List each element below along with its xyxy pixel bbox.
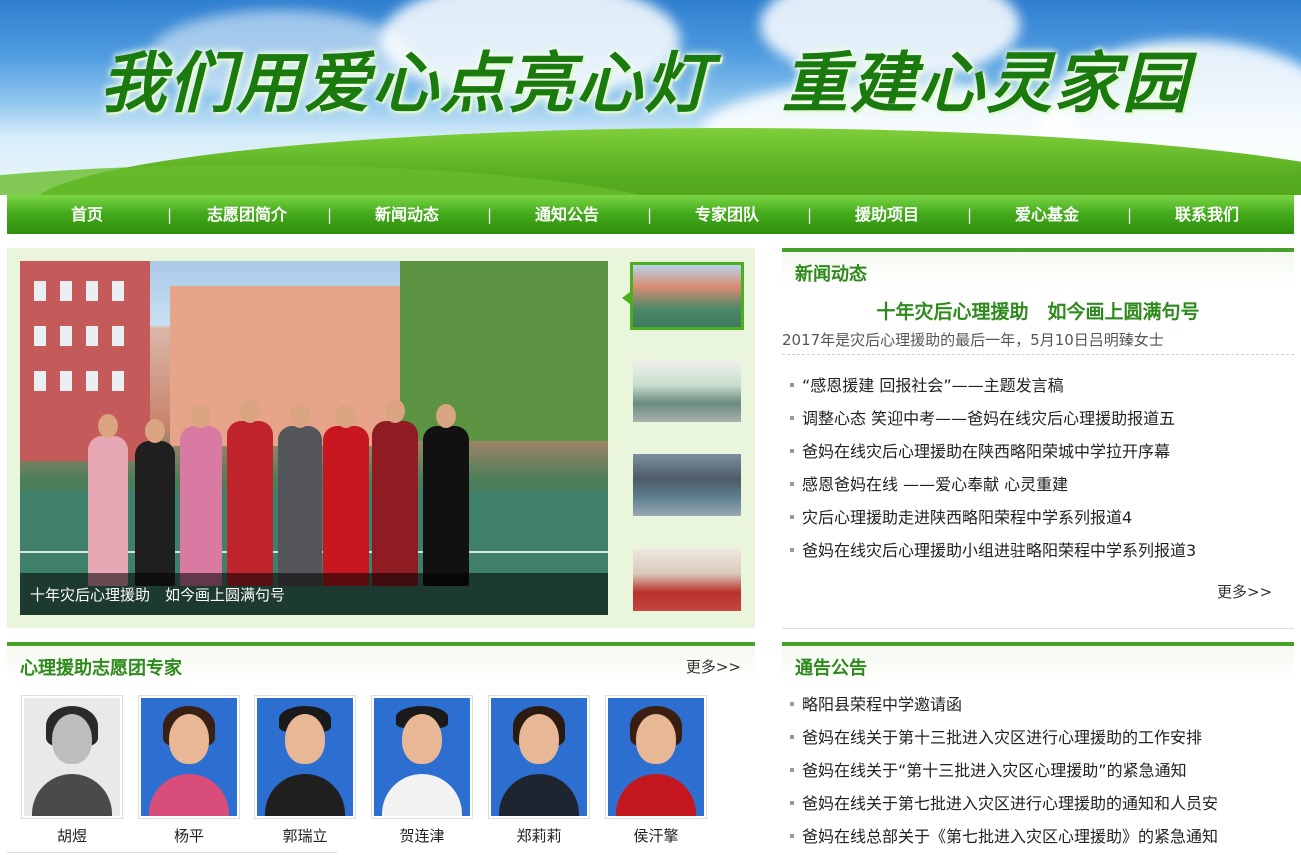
bullet-icon (790, 514, 794, 519)
news-item[interactable]: 感恩爸妈在线 ——爱心奉献 心灵重建 (782, 468, 1196, 501)
notice-item[interactable]: 略阳县荣程中学邀请函 (782, 688, 1218, 721)
news-more-link[interactable]: 更多>> (1217, 581, 1272, 602)
photo-person (423, 404, 469, 586)
nav-news[interactable]: 新闻动态 (327, 195, 487, 234)
experts-section-title: 心理援助志愿团专家 (20, 658, 182, 679)
slideshow-thumbnail[interactable] (630, 546, 744, 614)
expert-card[interactable]: 侯汗擎 (605, 695, 707, 846)
news-item[interactable]: 爸妈在线灾后心理援助在陕西略阳荣城中学拉开序幕 (782, 435, 1196, 468)
slogan-part-2: 重建心灵家园 (782, 44, 1190, 122)
nav-home[interactable]: 首页 (7, 195, 167, 234)
news-section-header: 新闻动态 (782, 248, 1294, 286)
news-item-label: 灾后心理援助走进陕西略阳荣程中学系列报道4 (802, 508, 1133, 527)
slideshow-caption[interactable]: 十年灾后心理援助 如今画上圆满句号 (30, 584, 285, 605)
expert-card[interactable]: 胡煜 (21, 695, 123, 846)
photo-building (20, 261, 150, 461)
slideshow-thumbnail[interactable] (630, 262, 744, 330)
expert-name: 贺连津 (399, 827, 445, 845)
bullet-icon (790, 701, 794, 706)
notice-item[interactable]: 爸妈在线关于“第十三批进入灾区心理援助”的紧急通知 (782, 754, 1218, 787)
expert-card[interactable]: 贺连津 (371, 695, 473, 846)
news-item-label: 爸妈在线灾后心理援助在陕西略阳荣城中学拉开序幕 (802, 442, 1171, 461)
bullet-icon (790, 448, 794, 453)
notice-item-label: 爸妈在线关于第七批进入灾区进行心理援助的通知和人员安 (802, 794, 1219, 813)
news-section-title: 新闻动态 (795, 264, 867, 285)
divider (782, 354, 1294, 355)
news-item[interactable]: 爸妈在线灾后心理援助小组进驻略阳荣程中学系列报道3 (782, 534, 1196, 567)
notice-item-label: 爸妈在线总部关于《第七批进入灾区心理援助》的紧急通知 (802, 827, 1219, 846)
photo-person (372, 399, 418, 586)
bullet-icon (790, 481, 794, 486)
nav-contact[interactable]: 联系我们 (1127, 195, 1287, 234)
news-item[interactable]: 调整心态 笑迎中考——爸妈在线灾后心理援助报道五 (782, 402, 1196, 435)
notice-item[interactable]: 爸妈在线总部关于《第七批进入灾区心理援助》的紧急通知 (782, 820, 1218, 853)
news-list: “感恩援建 回报社会”——主题发言稿 调整心态 笑迎中考——爸妈在线灾后心理援助… (782, 369, 1196, 567)
expert-name: 杨平 (173, 827, 204, 845)
bullet-icon (790, 833, 794, 838)
nav-experts[interactable]: 专家团队 (647, 195, 807, 234)
active-thumb-pointer (622, 292, 630, 304)
experts-section-header: 心理援助志愿团专家 更多>> (7, 642, 755, 680)
slideshow-thumbnail[interactable] (630, 451, 744, 519)
notice-item-label: 爸妈在线关于“第十三批进入灾区心理援助”的紧急通知 (802, 761, 1187, 780)
notice-item-label: 爸妈在线关于第十三批进入灾区进行心理援助的工作安排 (802, 728, 1203, 747)
notices-section-title: 通告公告 (795, 658, 867, 679)
nav-about[interactable]: 志愿团简介 (167, 195, 327, 234)
bullet-icon (790, 734, 794, 739)
notices-section-header: 通告公告 (782, 642, 1294, 680)
notice-item-label: 略阳县荣程中学邀请函 (802, 695, 963, 714)
news-item-label: “感恩援建 回报社会”——主题发言稿 (802, 376, 1064, 395)
notice-item[interactable]: 爸妈在线关于第七批进入灾区进行心理援助的通知和人员安 (782, 787, 1218, 820)
news-feature-title[interactable]: 十年灾后心理援助 如今画上圆满句号 (782, 297, 1294, 324)
nav-fund[interactable]: 爱心基金 (967, 195, 1127, 234)
photo-person (278, 404, 322, 586)
slideshow-thumbnail[interactable] (630, 357, 744, 425)
news-item-label: 感恩爸妈在线 ——爱心奉献 心灵重建 (802, 475, 1069, 494)
photo-person (323, 404, 369, 586)
expert-name: 侯汗擎 (633, 827, 679, 845)
expert-card[interactable]: 郭瑞立 (254, 695, 356, 846)
bullet-icon (790, 415, 794, 420)
experts-more-link[interactable]: 更多>> (686, 656, 741, 677)
expert-name: 胡煜 (56, 827, 87, 845)
photo-person (88, 414, 128, 586)
bullet-icon (790, 767, 794, 772)
expert-card[interactable]: 杨平 (138, 695, 240, 846)
expert-name: 郑莉莉 (516, 827, 562, 845)
divider (782, 628, 1294, 629)
news-item-label: 调整心态 笑迎中考——爸妈在线灾后心理援助报道五 (802, 409, 1176, 428)
news-feature-summary: 2017年是灾后心理援助的最后一年，5月10日吕明臻女士 (782, 331, 1164, 349)
photo-person (135, 419, 175, 586)
slideshow-main-image[interactable]: 十年灾后心理援助 如今画上圆满句号 (20, 261, 608, 615)
nav-projects[interactable]: 援助项目 (807, 195, 967, 234)
slogan-part-1: 我们用爱心点亮心灯 (100, 44, 712, 122)
banner-slogan: 我们用爱心点亮心灯 重建心灵家园 (100, 30, 1260, 126)
bullet-icon (790, 382, 794, 387)
photo-person (180, 404, 222, 586)
news-item[interactable]: “感恩援建 回报社会”——主题发言稿 (782, 369, 1196, 402)
expert-name: 郭瑞立 (282, 827, 328, 845)
photo-person (227, 399, 273, 586)
news-item-label: 爸妈在线灾后心理援助小组进驻略阳荣程中学系列报道3 (802, 541, 1197, 560)
notice-item[interactable]: 爸妈在线关于第十三批进入灾区进行心理援助的工作安排 (782, 721, 1218, 754)
divider (7, 852, 337, 853)
news-item[interactable]: 灾后心理援助走进陕西略阳荣程中学系列报道4 (782, 501, 1196, 534)
photo-trees (400, 261, 608, 441)
slideshow-panel: 十年灾后心理援助 如今画上圆满句号 (7, 248, 755, 628)
header-banner: 我们用爱心点亮心灯 重建心灵家园 (0, 0, 1301, 195)
notices-list: 略阳县荣程中学邀请函 爸妈在线关于第十三批进入灾区进行心理援助的工作安排 爸妈在… (782, 688, 1218, 853)
nav-notices[interactable]: 通知公告 (487, 195, 647, 234)
bullet-icon (790, 547, 794, 552)
bullet-icon (790, 800, 794, 805)
expert-card[interactable]: 郑莉莉 (488, 695, 590, 846)
main-nav: 首页 | 志愿团简介 | 新闻动态 | 通知公告 | 专家团队 | 援助项目 |… (7, 195, 1294, 234)
